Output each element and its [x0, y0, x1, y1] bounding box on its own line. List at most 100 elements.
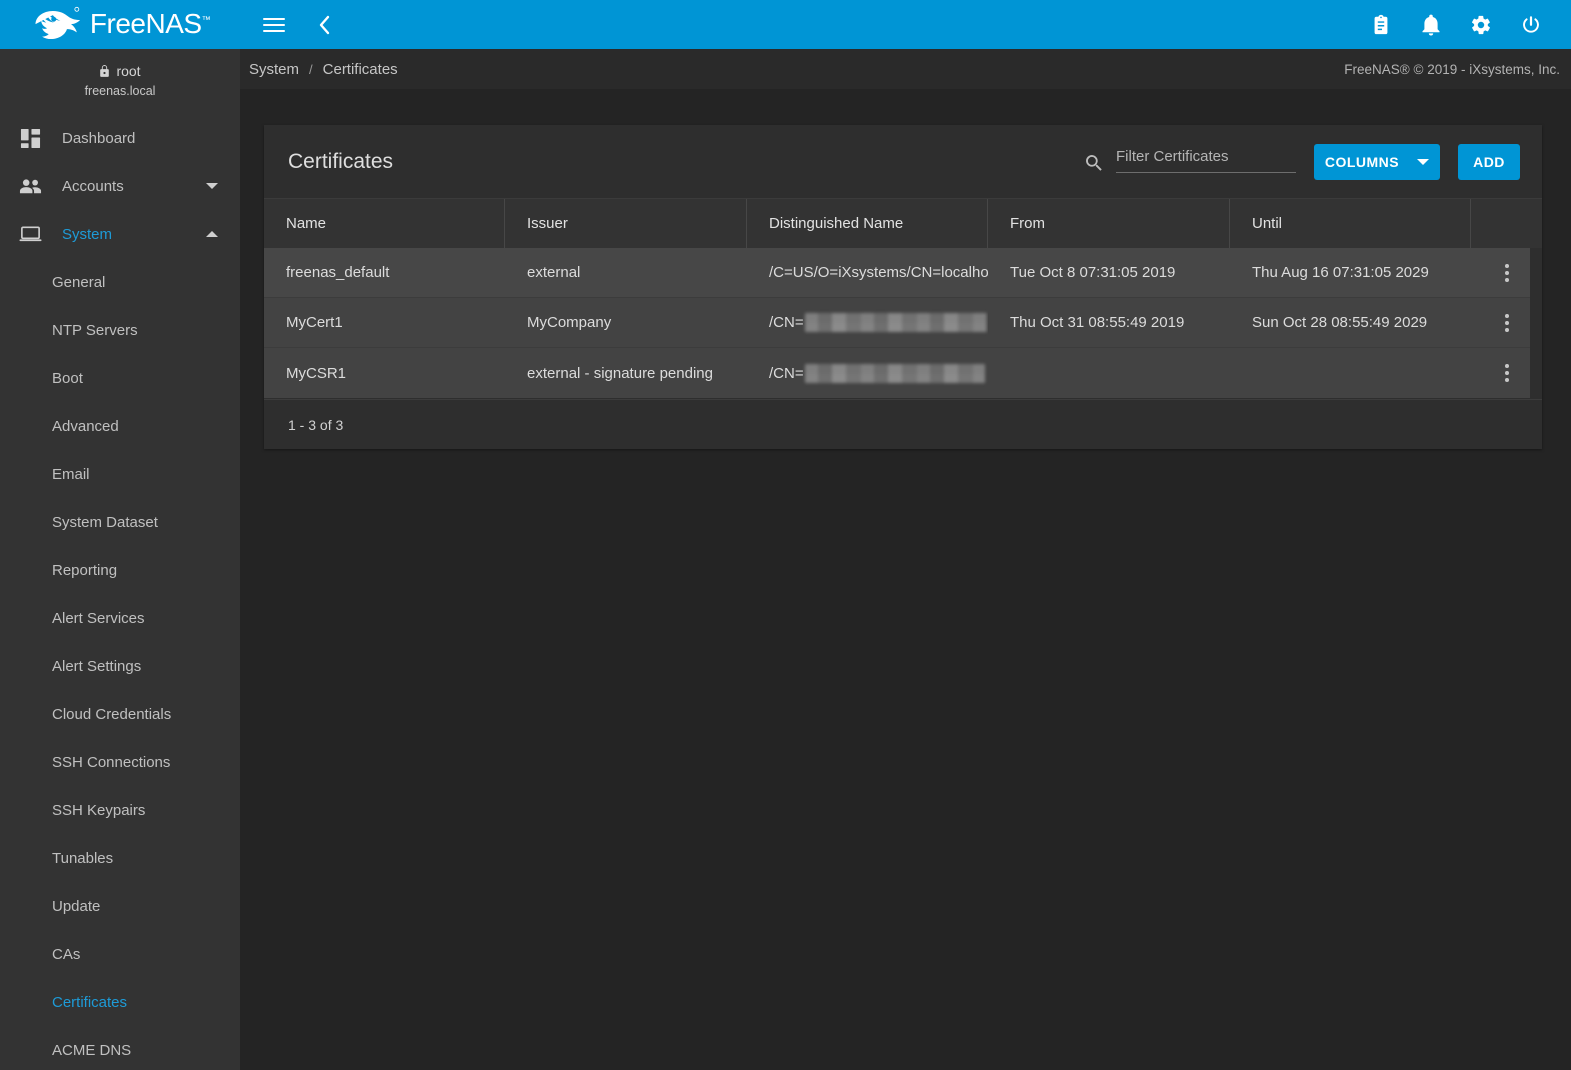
- sidebar-item-label: Boot: [52, 369, 83, 387]
- chevron-left-icon[interactable]: [310, 11, 338, 39]
- topbar-left-controls: [240, 11, 338, 39]
- cell-issuer-text: MyCompany: [527, 314, 612, 331]
- column-header-name[interactable]: Name: [264, 199, 505, 248]
- sidebar-item-cloud-credentials[interactable]: Cloud Credentials: [0, 690, 240, 738]
- sidebar-item-advanced[interactable]: Advanced: [0, 402, 240, 450]
- sidebar-item-label: Tunables: [52, 849, 114, 867]
- column-header-from[interactable]: From: [988, 199, 1230, 248]
- column-header-issuer[interactable]: Issuer: [505, 199, 747, 248]
- sidebar-item-label: SSH Connections: [52, 753, 171, 771]
- sidebar-item-system[interactable]: System: [0, 210, 240, 258]
- sidebar-item-label: Reporting: [52, 561, 118, 579]
- notifications-bell-icon[interactable]: [1417, 11, 1445, 39]
- sidebar-item-label: Update: [52, 897, 101, 915]
- brand-trademark: ™: [201, 14, 211, 25]
- cell-issuer: external - signature pending: [505, 348, 747, 398]
- sidebar-item-dashboard[interactable]: Dashboard: [0, 114, 240, 162]
- cell-issuer: external: [505, 248, 747, 297]
- row-actions-cell: [1471, 348, 1542, 398]
- column-header-until[interactable]: Until: [1230, 199, 1471, 248]
- sidebar-item-label: General: [52, 273, 106, 291]
- cell-until: [1230, 348, 1471, 398]
- sidebar-item-certificates[interactable]: Certificates: [0, 978, 240, 1026]
- cell-name-text: MyCert1: [286, 314, 343, 331]
- chevron-up-icon[interactable]: [206, 231, 218, 237]
- card-header: Certificates COLUMNS ADD: [264, 125, 1542, 198]
- top-app-bar: FreeNAS™: [0, 0, 1571, 49]
- chevron-down-icon[interactable]: [206, 183, 218, 189]
- sidebar-item-label: System Dataset: [52, 513, 158, 531]
- sidebar-hostname: freenas.local: [84, 84, 156, 98]
- sidebar-item-label: Alert Services: [52, 609, 145, 627]
- sidebar-item-label: Dashboard: [62, 129, 136, 147]
- cell-distinguished-name-prefix: /CN=: [769, 364, 804, 382]
- power-icon[interactable]: [1517, 11, 1545, 39]
- topbar-right-controls: [1367, 11, 1571, 39]
- sidebar-item-reporting[interactable]: Reporting: [0, 546, 240, 594]
- sidebar-item-label: Cloud Credentials: [52, 705, 172, 723]
- cell-from-text: Thu Oct 31 08:55:49 2019: [1010, 314, 1185, 331]
- search-icon[interactable]: [1084, 153, 1104, 173]
- sidebar-item-alert-services[interactable]: Alert Services: [0, 594, 240, 642]
- sidebar-item-acme-dns[interactable]: ACME DNS: [0, 1026, 240, 1070]
- people-icon: [12, 177, 48, 196]
- sidebar-item-email[interactable]: Email: [0, 450, 240, 498]
- cell-until: Thu Aug 16 07:31:05 2029: [1230, 248, 1471, 297]
- table-row[interactable]: MyCert1 MyCompany/CN= Thu Oct 31 08:55:49 …: [264, 298, 1530, 348]
- redacted-value: [804, 313, 987, 332]
- cell-from-text: Tue Oct 8 07:31:05 2019: [1010, 264, 1176, 281]
- breadcrumb-root[interactable]: System: [249, 61, 299, 78]
- columns-button[interactable]: COLUMNS: [1314, 143, 1440, 180]
- sidebar-item-boot[interactable]: Boot: [0, 354, 240, 402]
- column-header-distinguished-name[interactable]: Distinguished Name: [747, 199, 988, 248]
- sidebar-item-system-dataset[interactable]: System Dataset: [0, 498, 240, 546]
- row-menu-icon[interactable]: [1499, 308, 1515, 338]
- sidebar-system-submenu: General NTP Servers Boot Advanced Email Syste…: [0, 258, 240, 1070]
- redacted-value: [804, 363, 985, 383]
- sidebar-item-general[interactable]: General: [0, 258, 240, 306]
- search-input[interactable]: [1116, 148, 1296, 173]
- table-row[interactable]: MyCSR1 external - signature pending/CN=: [264, 348, 1530, 398]
- sidebar-item-alert-settings[interactable]: Alert Settings: [0, 642, 240, 690]
- breadcrumb-current: Certificates: [322, 60, 398, 78]
- cell-until-text: Sun Oct 28 08:55:49 2029: [1252, 314, 1428, 331]
- columns-button-label: COLUMNS: [1324, 153, 1400, 170]
- sidebar-item-label: SSH Keypairs: [52, 801, 146, 819]
- sidebar-item-label: Alert Settings: [52, 657, 142, 675]
- sidebar-item-label: Accounts: [62, 177, 124, 195]
- sidebar-item-label: Advanced: [52, 417, 119, 435]
- sidebar-item-label: System: [62, 225, 113, 243]
- sidebar-item-tunables[interactable]: Tunables: [0, 834, 240, 882]
- add-button[interactable]: ADD: [1458, 143, 1520, 180]
- pagination-label: 1 - 3 of 3: [288, 416, 344, 433]
- lock-icon: [99, 64, 110, 78]
- hamburger-menu-icon[interactable]: [260, 11, 288, 39]
- sidebar-username-row: root: [0, 63, 240, 79]
- cell-issuer: MyCompany: [505, 298, 747, 347]
- main-content: Certificates COLUMNS ADD Name: [240, 89, 1571, 1070]
- tasks-clipboard-icon[interactable]: [1367, 11, 1395, 39]
- sidebar-item-ssh-connections[interactable]: SSH Connections: [0, 738, 240, 786]
- table-row[interactable]: freenas_default external/C=US/O=iXsystems…: [264, 248, 1530, 298]
- cell-from: [988, 348, 1230, 398]
- sidebar-item-ntp-servers[interactable]: NTP Servers: [0, 306, 240, 354]
- row-actions-cell: [1471, 298, 1542, 347]
- row-menu-icon[interactable]: [1499, 258, 1515, 288]
- sidebar-username: root: [116, 63, 141, 79]
- sidebar-item-label: CAs: [52, 945, 81, 963]
- freenas-fish-logo-icon: [30, 6, 84, 44]
- row-menu-icon[interactable]: [1499, 358, 1515, 388]
- sidebar-item-update[interactable]: Update: [0, 882, 240, 930]
- copyright-notice: FreeNAS® © 2019 - iXsystems, Inc.: [1344, 61, 1560, 77]
- sidebar-item-ssh-keypairs[interactable]: SSH Keypairs: [0, 786, 240, 834]
- cell-name: MyCSR1: [264, 348, 505, 398]
- cell-name-text: MyCSR1: [286, 364, 347, 382]
- row-actions-cell: [1471, 248, 1542, 297]
- filter-search: [1084, 148, 1296, 175]
- sidebar-item-accounts[interactable]: Accounts: [0, 162, 240, 210]
- brand-logo-block[interactable]: FreeNAS™: [0, 0, 240, 49]
- sidebar-item-cas[interactable]: CAs: [0, 930, 240, 978]
- settings-gear-icon[interactable]: [1467, 11, 1495, 39]
- dashboard-grid-icon: [12, 128, 48, 149]
- cell-issuer-text: external: [527, 264, 581, 281]
